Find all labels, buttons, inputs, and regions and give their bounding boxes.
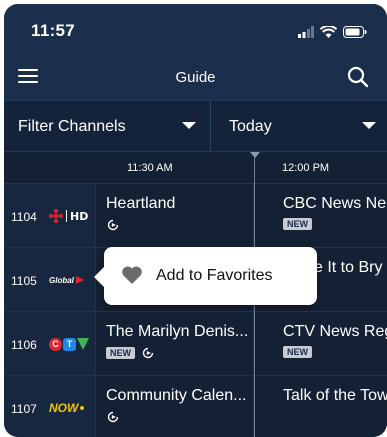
filter-bar: Filter Channels Today: [4, 100, 387, 152]
cbc-hd-logo: HD: [49, 208, 88, 224]
channel-cell[interactable]: 1105 Global: [4, 248, 96, 311]
global-logo: Global: [49, 272, 84, 288]
program-cell[interactable]: CTV News Reg NEW: [255, 312, 387, 375]
signal-icon: [298, 26, 314, 38]
battery-icon: [343, 26, 367, 38]
table-row: 1106 C T The Marilyn Denis... NEW CTV Ne…: [4, 312, 387, 376]
search-icon[interactable]: [347, 66, 369, 88]
add-to-favorites-label: Add to Favorites: [156, 267, 273, 284]
guide-screen: 11:57 Guide Filter Channels Today 11:30 …: [4, 4, 387, 437]
channel-cell[interactable]: 1107 NOW: [4, 376, 96, 437]
cbc-gem-icon: [49, 209, 63, 223]
app-header: Guide: [4, 54, 387, 100]
program-title: CTV News Reg: [283, 323, 387, 340]
new-badge: NEW: [283, 346, 312, 358]
wifi-icon: [320, 26, 337, 38]
program-cell[interactable]: Talk of the Tow: [255, 376, 387, 437]
day-label: Today: [229, 118, 272, 135]
program-title: CBC News Ne: [283, 195, 387, 212]
new-badge: NEW: [283, 218, 312, 230]
status-bar: 11:57: [4, 4, 387, 54]
program-title: e It to Bry: [314, 259, 383, 276]
time-slot-1: 11:30 AM: [127, 162, 173, 174]
program-title: Talk of the Tow: [283, 387, 387, 404]
table-row: 1107 NOW Community Calen... Talk of the …: [4, 376, 387, 437]
timeline-header: 11:30 AM 12:00 PM: [4, 152, 387, 184]
ctv-logo: C T: [49, 336, 89, 352]
chevron-down-icon: [362, 122, 376, 129]
program-cell[interactable]: Community Calen...: [96, 376, 254, 437]
time-slot-2: 12:00 PM: [282, 162, 330, 174]
add-to-favorites-popover[interactable]: Add to Favorites: [94, 247, 317, 305]
day-dropdown[interactable]: Today: [212, 101, 387, 151]
program-title: Community Calen...: [106, 387, 247, 404]
status-time: 11:57: [31, 21, 76, 40]
program-cell[interactable]: CBC News Ne NEW: [255, 184, 387, 247]
replay-icon: [107, 219, 119, 231]
channel-cell[interactable]: 1106 C T: [4, 312, 96, 375]
replay-icon: [107, 411, 119, 423]
chevron-down-icon: [182, 122, 196, 129]
replay-icon: [142, 347, 154, 359]
new-badge: NEW: [106, 347, 135, 359]
filter-channels-dropdown[interactable]: Filter Channels: [4, 101, 211, 151]
channel-number: 1105: [11, 274, 37, 288]
table-row: 1104 HD Heartland CBC News Ne NEW: [4, 184, 387, 248]
channel-cell[interactable]: 1104 HD: [4, 184, 96, 247]
program-cell[interactable]: The Marilyn Denis... NEW: [96, 312, 254, 375]
program-title: Heartland: [106, 195, 176, 212]
current-time-marker: [250, 152, 260, 158]
program-title: The Marilyn Denis...: [106, 323, 249, 340]
popover-arrow: [94, 267, 104, 287]
now-logo: NOW: [49, 400, 85, 416]
status-icons: [298, 24, 367, 38]
channel-number: 1104: [11, 210, 37, 224]
channel-number: 1107: [11, 402, 37, 416]
program-cell[interactable]: Heartland: [96, 184, 254, 247]
channel-number: 1106: [11, 338, 37, 352]
heart-icon: [122, 266, 142, 284]
page-title: Guide: [175, 69, 216, 86]
filter-channels-label: Filter Channels: [18, 118, 126, 135]
global-mark-icon: [75, 276, 84, 284]
